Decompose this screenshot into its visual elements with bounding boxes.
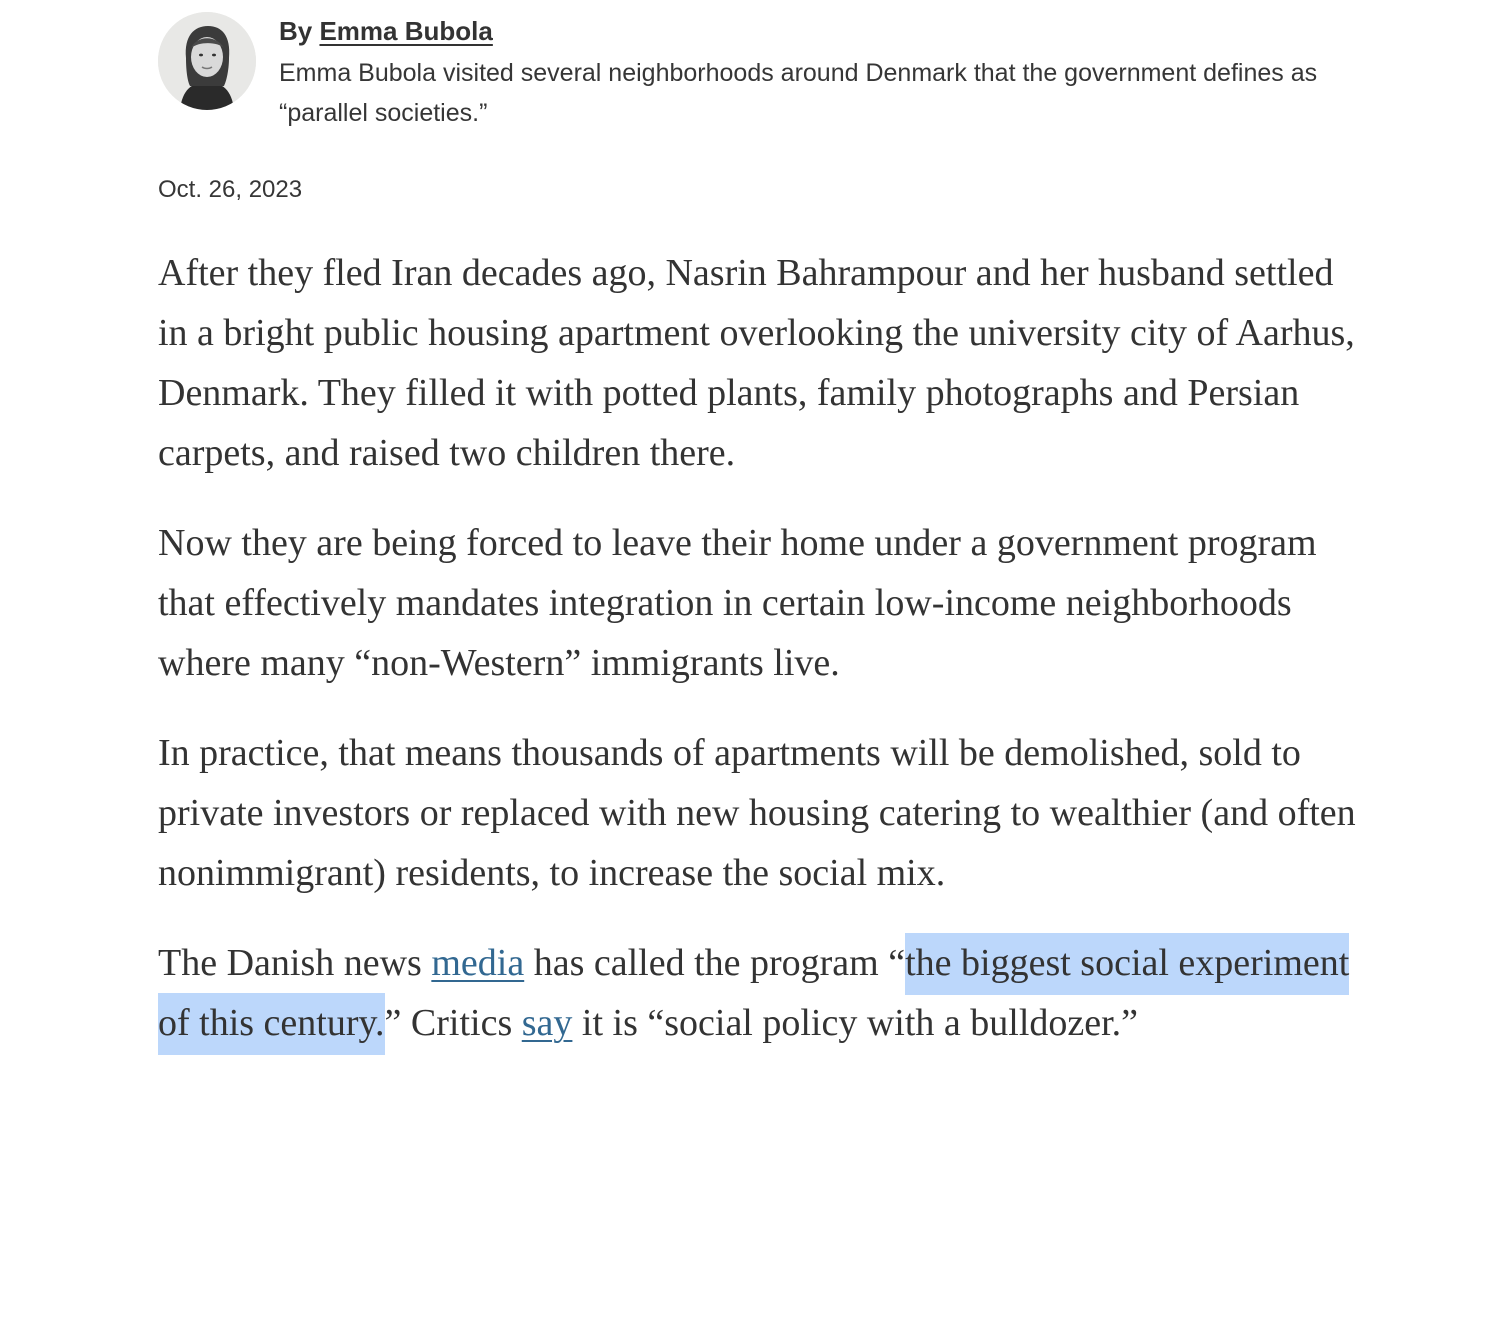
byline-author-line: By Emma Bubola	[279, 13, 1369, 49]
paragraph-4-text-3: ” Critics	[384, 1002, 522, 1044]
publish-date: Oct. 26, 2023	[158, 176, 303, 203]
paragraph-2: Now they are being forced to leave their…	[158, 522, 1317, 684]
byline-text: By Emma Bubola Emma Bubola visited sever…	[279, 13, 1369, 133]
article-body: After they fled Iran decades ago, Nasrin…	[158, 243, 1368, 1083]
paragraph-4: The Danish news media has called the pro…	[158, 933, 1368, 1055]
byline-prefix: By	[279, 16, 320, 46]
paragraph-4-text-2: has called the program “	[524, 942, 906, 984]
byline-description: Emma Bubola visited several neighborhood…	[279, 59, 1318, 127]
media-link[interactable]: media	[431, 942, 524, 984]
author-avatar[interactable]	[158, 12, 256, 110]
paragraph-3: In practice, that means thousands of apa…	[158, 732, 1356, 894]
byline: By Emma Bubola Emma Bubola visited sever…	[158, 0, 1369, 203]
paragraph-4-text-4: it is “social policy with a bulldozer.”	[572, 1002, 1139, 1044]
paragraph-4-text-1: The Danish news	[158, 942, 432, 984]
author-link[interactable]: Emma Bubola	[319, 16, 492, 46]
say-link[interactable]: say	[522, 1002, 573, 1044]
paragraph-1: After they fled Iran decades ago, Nasrin…	[158, 252, 1355, 474]
article: By Emma Bubola Emma Bubola visited sever…	[158, 0, 1369, 1055]
